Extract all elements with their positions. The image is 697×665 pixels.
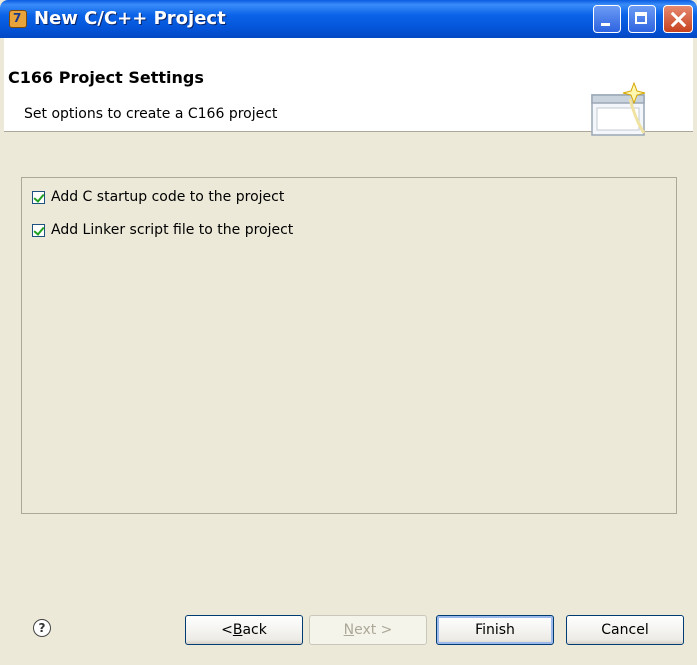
app-icon: [9, 10, 27, 28]
option-startup-code[interactable]: Add C startup code to the project: [32, 189, 284, 205]
startup-code-label: Add C startup code to the project: [51, 189, 285, 205]
help-icon[interactable]: ?: [33, 619, 51, 637]
window-title: New C/C++ Project: [34, 8, 226, 29]
back-button[interactable]: < Back: [185, 615, 303, 645]
title-bar[interactable]: New C/C++ Project: [0, 0, 697, 38]
back-mnemonic: B: [232, 622, 243, 638]
cancel-button[interactable]: Cancel: [566, 615, 684, 645]
next-button[interactable]: Next >: [309, 615, 427, 645]
startup-code-checkbox[interactable]: [32, 190, 45, 204]
page-description: Set options to create a C166 project: [24, 106, 278, 122]
wizard-icon: [591, 81, 646, 136]
next-mnemonic: N: [343, 622, 355, 638]
linker-script-label: Add Linker script file to the project: [51, 222, 294, 238]
minimize-button[interactable]: [593, 5, 621, 33]
back-prefix: <: [221, 622, 233, 638]
option-linker-script[interactable]: Add Linker script file to the project: [32, 222, 293, 238]
next-rest: ext >: [354, 622, 393, 638]
options-panel: Add C startup code to the project Add Li…: [21, 177, 677, 514]
linker-script-checkbox[interactable]: [32, 223, 45, 237]
dialog-window: New C/C++ Project C166 Project Settings …: [0, 0, 697, 665]
wizard-header: C166 Project Settings Set options to cre…: [4, 38, 693, 136]
finish-button[interactable]: Finish: [436, 615, 554, 645]
page-title: C166 Project Settings: [8, 68, 204, 87]
close-button[interactable]: [663, 5, 693, 33]
maximize-button[interactable]: [628, 5, 656, 33]
back-rest: ack: [242, 622, 267, 638]
